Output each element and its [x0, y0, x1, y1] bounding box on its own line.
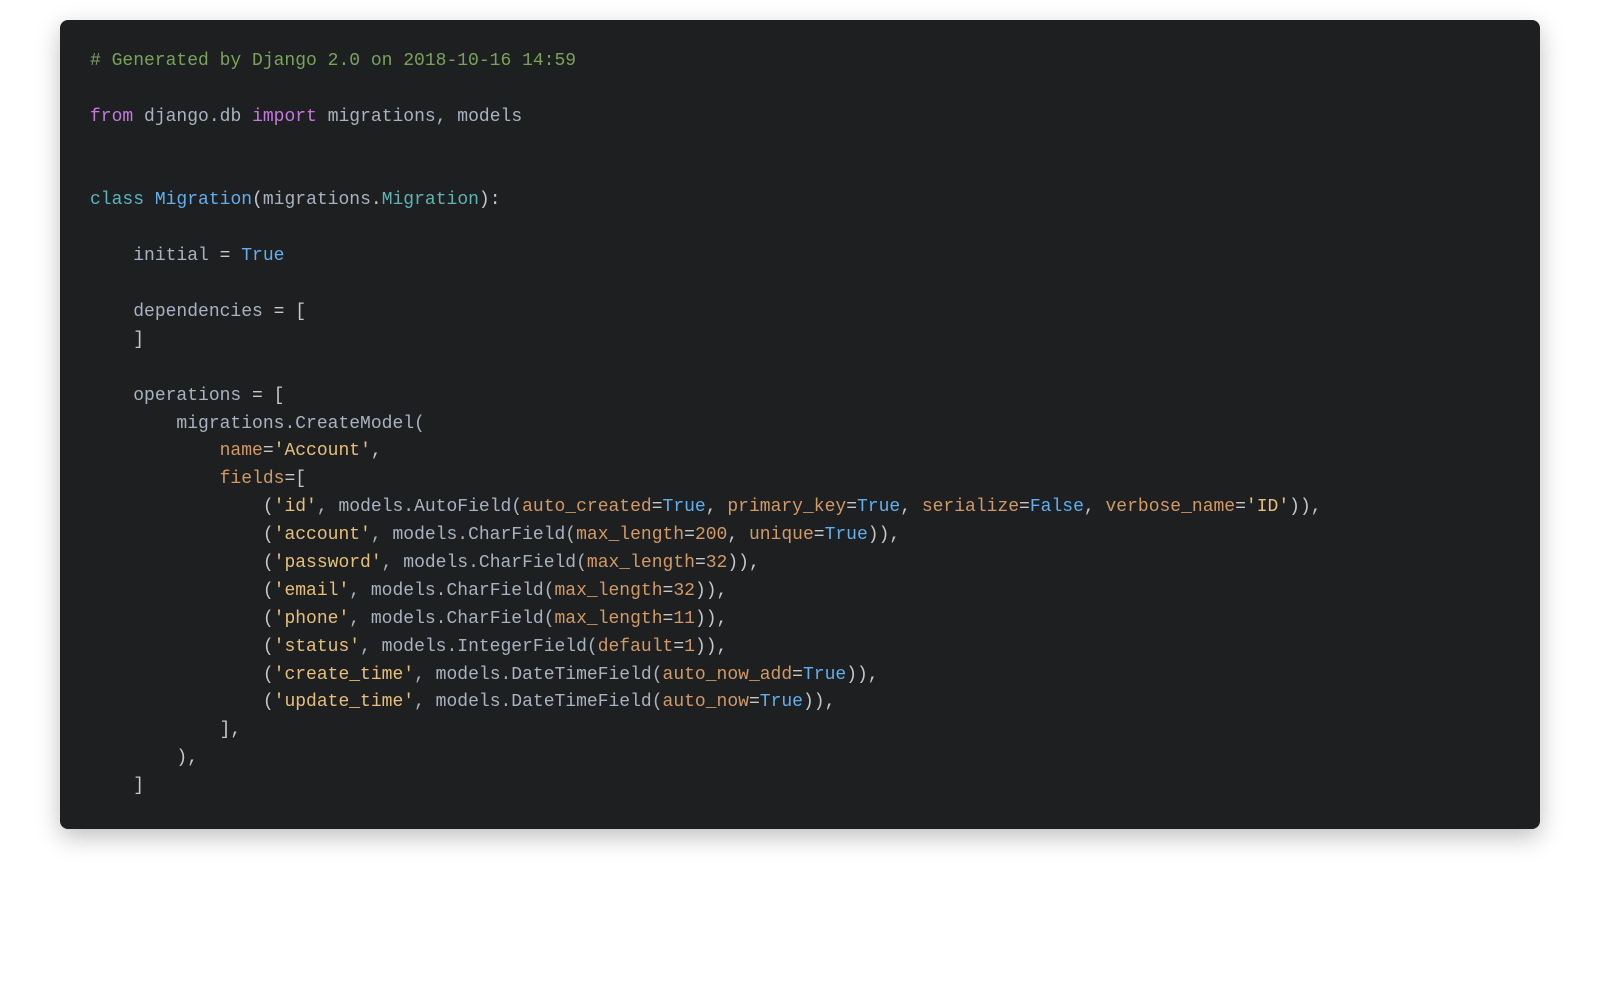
attr-dependencies: dependencies: [133, 302, 263, 322]
class-name: Migration: [155, 190, 252, 210]
field-password: 'password': [274, 553, 382, 573]
kw-class: class: [90, 190, 144, 210]
code-content: # Generated by Django 2.0 on 2018-10-16 …: [90, 48, 1510, 801]
field-create-time: 'create_time': [274, 665, 414, 685]
field-status: 'status': [274, 637, 360, 657]
field-id: 'id': [274, 497, 317, 517]
comment-line: # Generated by Django 2.0 on 2018-10-16 …: [90, 51, 576, 71]
true-literal: True: [241, 246, 284, 266]
param-name: name: [220, 441, 263, 461]
kw-from: from: [90, 107, 133, 127]
create-model-call: migrations.CreateModel(: [176, 414, 424, 434]
module-name: django.db: [144, 107, 241, 127]
base-class: Migration: [382, 190, 479, 210]
field-phone: 'phone': [274, 609, 350, 629]
param-fields: fields: [220, 469, 285, 489]
field-account: 'account': [274, 525, 371, 545]
kw-import: import: [252, 107, 317, 127]
model-name-value: 'Account': [274, 441, 371, 461]
base-module: migrations: [263, 190, 371, 210]
field-update-time: 'update_time': [274, 692, 414, 712]
ops-close: ]: [133, 776, 144, 796]
import-names: migrations, models: [328, 107, 522, 127]
field-email: 'email': [274, 581, 350, 601]
attr-initial: initial: [133, 246, 209, 266]
code-block: # Generated by Django 2.0 on 2018-10-16 …: [60, 20, 1540, 829]
attr-operations: operations: [133, 386, 241, 406]
fields-close: ],: [220, 720, 242, 740]
create-close: ),: [176, 748, 198, 768]
